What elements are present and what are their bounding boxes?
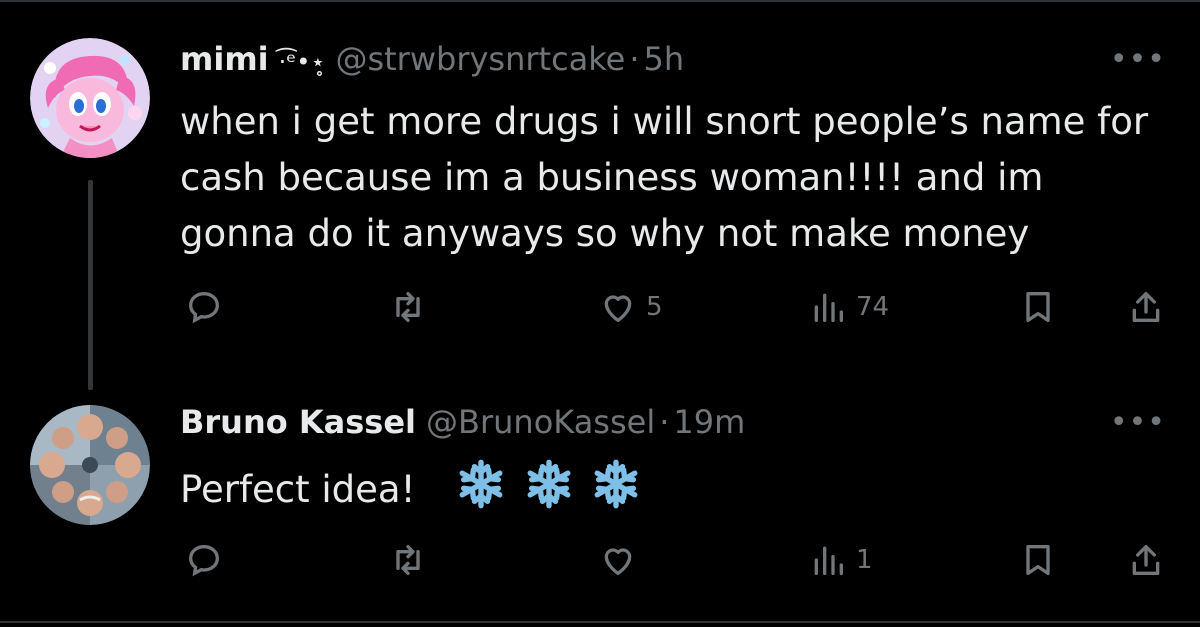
like-button[interactable] <box>598 540 646 580</box>
reply-icon <box>188 291 220 324</box>
view-count: 74 <box>856 292 890 322</box>
more-options-icon[interactable]: ••• <box>1110 405 1166 440</box>
like-count: 5 <box>646 292 663 322</box>
bookmark-button[interactable] <box>1018 540 1058 580</box>
separator: · <box>629 40 640 78</box>
repost-button[interactable] <box>388 540 428 580</box>
share-button[interactable] <box>1126 287 1166 327</box>
more-options-icon[interactable]: ••• <box>1110 42 1166 77</box>
bookmark-icon <box>1026 545 1050 575</box>
tweet-text: Perfect idea! <box>180 458 1170 518</box>
reply-button[interactable] <box>184 287 224 327</box>
views-button[interactable]: 74 <box>808 287 889 327</box>
repost-icon <box>396 292 420 322</box>
divider-bottom <box>0 621 1200 623</box>
snowflake-icon <box>527 459 571 509</box>
display-name[interactable]: Bruno Kassel <box>180 403 416 441</box>
share-icon <box>1132 292 1160 322</box>
separator: · <box>659 403 670 441</box>
analytics-icon <box>814 293 843 322</box>
tweet-text-content: Perfect idea! <box>180 468 416 511</box>
avatar[interactable] <box>30 405 150 525</box>
divider-top <box>0 0 1200 2</box>
timestamp[interactable]: 19m <box>673 403 745 441</box>
share-button[interactable] <box>1126 540 1166 580</box>
view-count: 1 <box>856 545 873 575</box>
timestamp[interactable]: 5h <box>644 40 685 78</box>
display-name[interactable]: mimi <box>180 40 269 78</box>
name-decoration: ·͡ᵉ•⋆̥ <box>278 48 326 76</box>
repost-icon <box>396 545 420 575</box>
snowflake-icon <box>459 459 503 509</box>
bookmark-button[interactable] <box>1018 287 1058 327</box>
reply-icon <box>188 544 220 577</box>
action-bar: 5 74 <box>180 287 1170 337</box>
analytics-icon <box>814 546 843 575</box>
handle[interactable]: @strwbrysnrtcake <box>335 40 625 78</box>
heart-icon <box>604 548 632 575</box>
bookmark-icon <box>1026 292 1050 322</box>
avatar[interactable] <box>30 38 150 158</box>
like-button[interactable]: 5 <box>598 287 663 327</box>
tweet-header: mimi ·͡ᵉ•⋆̥ @strwbrysnrtcake · 5h <box>180 40 684 78</box>
handle[interactable]: @BrunoKassel <box>426 403 655 441</box>
share-icon <box>1132 545 1160 575</box>
thread-connector <box>88 180 93 390</box>
views-button[interactable]: 1 <box>808 540 873 580</box>
tweet-header: Bruno Kassel @BrunoKassel · 19m <box>180 403 745 441</box>
heart-icon <box>604 295 632 322</box>
repost-button[interactable] <box>388 287 428 327</box>
reply-button[interactable] <box>184 540 224 580</box>
timeline: mimi ·͡ᵉ•⋆̥ @strwbrysnrtcake · 5h ••• when… <box>0 0 1200 627</box>
tweet-text: when i get more drugs i will snort peopl… <box>180 100 1149 255</box>
action-bar: 1 <box>180 540 1170 590</box>
snowflake-icon <box>595 459 638 509</box>
